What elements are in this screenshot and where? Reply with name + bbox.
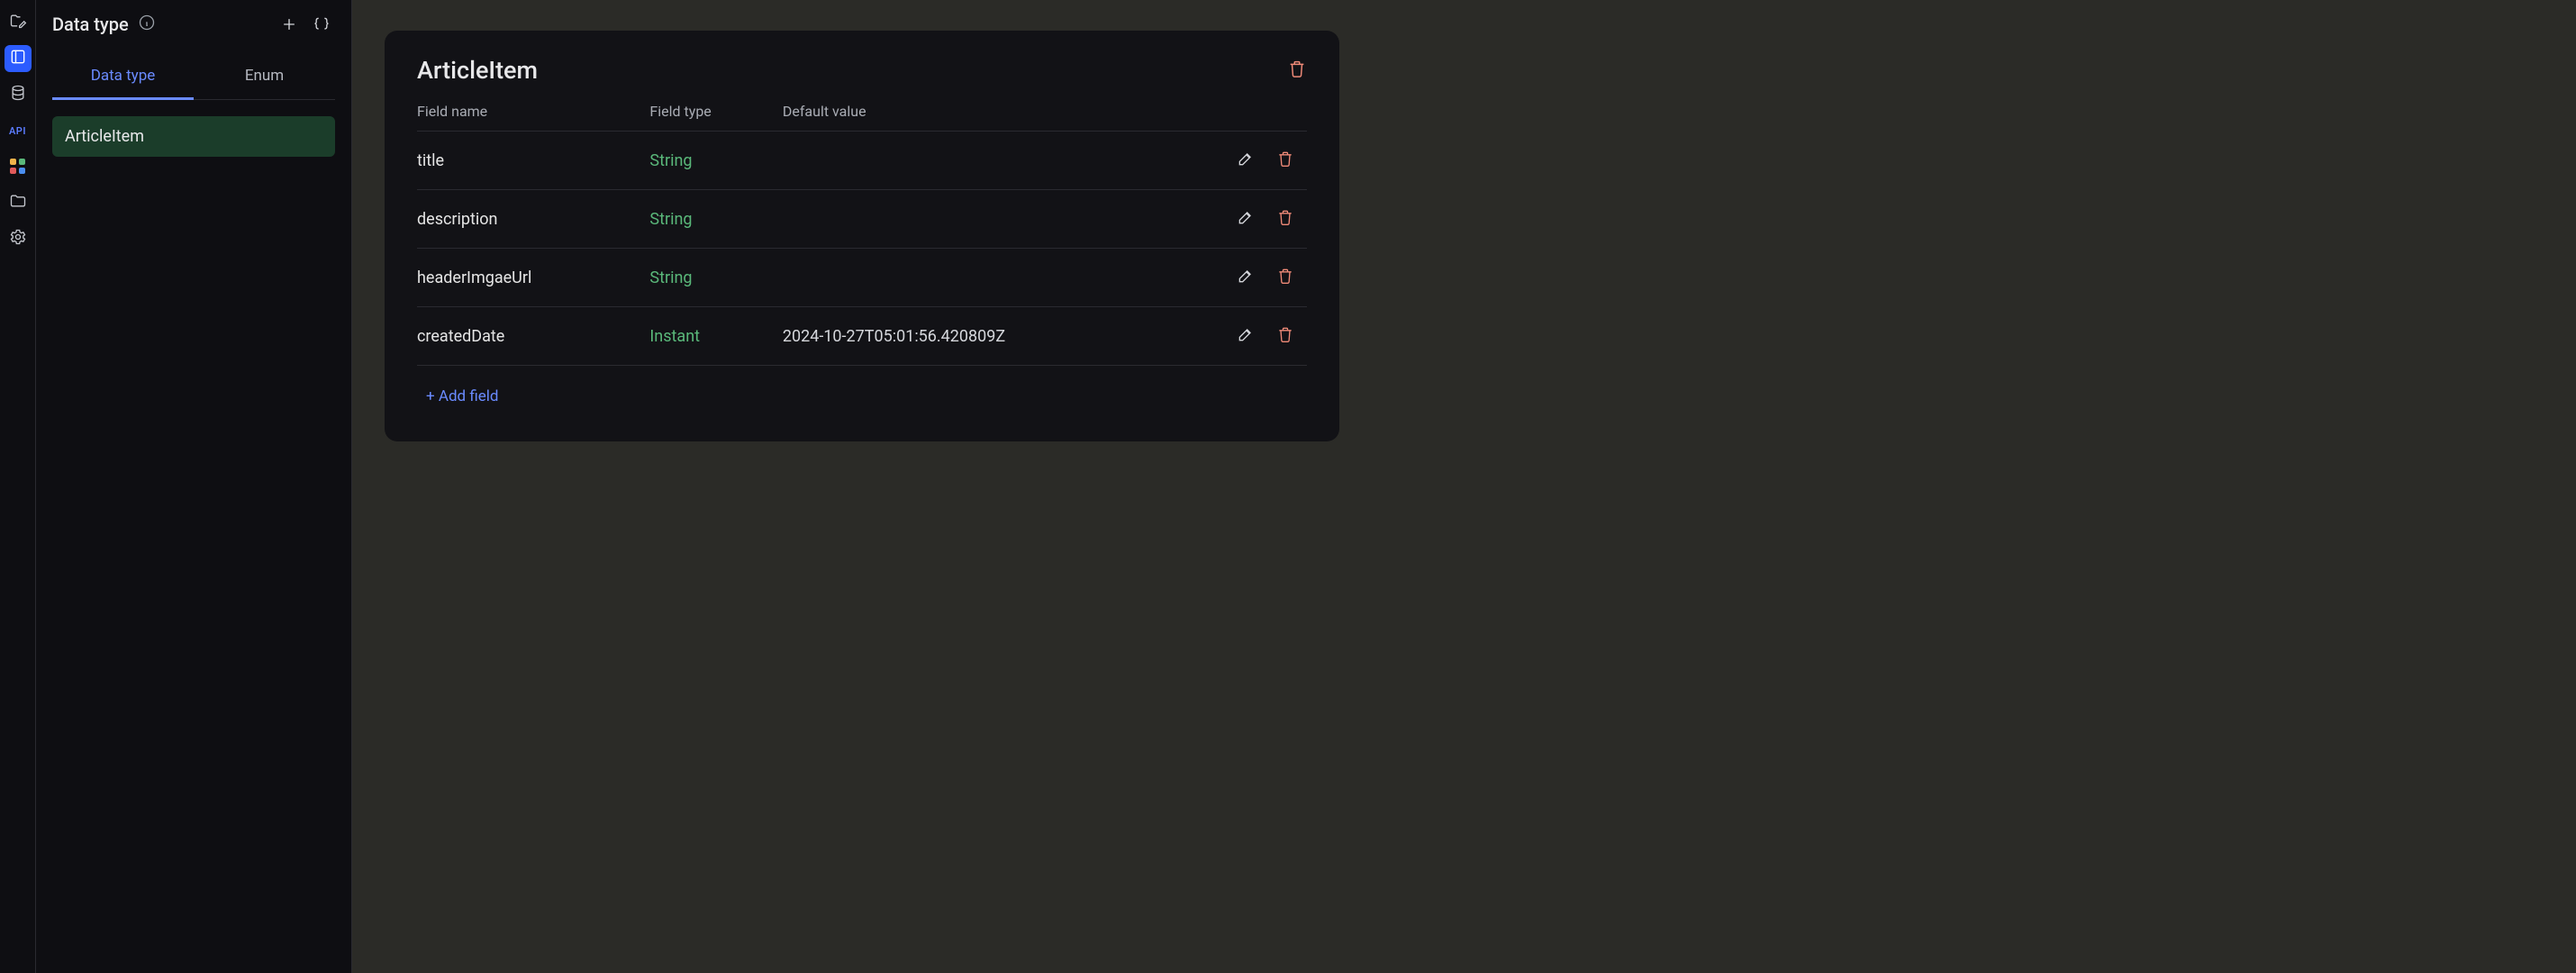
- type-item-articleitem[interactable]: ArticleItem: [52, 116, 335, 157]
- trash-icon: [1276, 267, 1294, 289]
- rail-item-apps[interactable]: [5, 153, 32, 180]
- trash-icon: [1276, 325, 1294, 348]
- sidebar-title: Data type: [52, 14, 129, 35]
- pencil-icon: [1237, 208, 1255, 231]
- add-type-button[interactable]: [277, 13, 301, 36]
- field-default: [783, 190, 1219, 249]
- trash-icon: [1276, 150, 1294, 172]
- field-row: titleString: [417, 132, 1307, 190]
- apps-grid-icon: [10, 159, 26, 175]
- api-label: API: [9, 125, 26, 137]
- edit-field-button[interactable]: [1233, 148, 1258, 173]
- gear-icon: [9, 228, 27, 250]
- icon-rail: API: [0, 0, 36, 973]
- fields-body: titleStringdescriptionStringheaderImgaeU…: [417, 132, 1307, 366]
- col-default-value: Default value: [783, 103, 1219, 132]
- delete-field-button[interactable]: [1273, 265, 1298, 290]
- edit-field-button[interactable]: [1233, 206, 1258, 232]
- field-row: createdDateInstant2024-10-27T05:01:56.42…: [417, 307, 1307, 366]
- sidebar-tabs: Data type Enum: [52, 54, 335, 100]
- field-name: title: [417, 132, 649, 190]
- field-type: String: [649, 190, 782, 249]
- type-detail-card: ArticleItem Field name Field type Defaul…: [385, 31, 1339, 441]
- layout-icon: [9, 48, 27, 70]
- add-field-button[interactable]: + Add field: [417, 387, 499, 405]
- rail-item-edit[interactable]: [5, 9, 32, 36]
- type-list: ArticleItem: [36, 100, 351, 173]
- field-row: headerImgaeUrlString: [417, 249, 1307, 307]
- pencil-icon: [1237, 150, 1255, 172]
- main-area: ArticleItem Field name Field type Defaul…: [352, 0, 2576, 973]
- sidebar-header: Data type: [36, 0, 351, 45]
- delete-field-button[interactable]: [1273, 323, 1298, 349]
- field-row: descriptionString: [417, 190, 1307, 249]
- database-icon: [9, 84, 27, 106]
- rail-item-layout[interactable]: [5, 45, 32, 72]
- field-name: createdDate: [417, 307, 649, 366]
- rail-item-settings[interactable]: [5, 225, 32, 252]
- edit-field-button[interactable]: [1233, 323, 1258, 349]
- card-header: ArticleItem: [417, 56, 1307, 85]
- rail-item-files[interactable]: [5, 189, 32, 216]
- field-default: [783, 132, 1219, 190]
- folder-icon: [9, 192, 27, 214]
- delete-type-button[interactable]: [1287, 59, 1307, 83]
- edit-field-button[interactable]: [1233, 265, 1258, 290]
- trash-icon: [1276, 208, 1294, 231]
- rail-item-database[interactable]: [5, 81, 32, 108]
- rail-item-api[interactable]: API: [5, 117, 32, 144]
- col-field-type: Field type: [649, 103, 782, 132]
- field-default: 2024-10-27T05:01:56.420809Z: [783, 307, 1219, 366]
- field-name: headerImgaeUrl: [417, 249, 649, 307]
- delete-field-button[interactable]: [1273, 148, 1298, 173]
- code-braces-button[interactable]: [310, 13, 333, 36]
- fields-table: Field name Field type Default value titl…: [417, 103, 1307, 366]
- delete-field-button[interactable]: [1273, 206, 1298, 232]
- type-title: ArticleItem: [417, 56, 538, 85]
- sidebar: Data type Data type Enum ArticleItem: [36, 0, 352, 973]
- field-name: description: [417, 190, 649, 249]
- tab-data-type[interactable]: Data type: [52, 54, 194, 100]
- field-type: String: [649, 249, 782, 307]
- col-field-name: Field name: [417, 103, 649, 132]
- folder-edit-icon: [9, 12, 27, 34]
- field-type: Instant: [649, 307, 782, 366]
- pencil-icon: [1237, 267, 1255, 289]
- field-default: [783, 249, 1219, 307]
- info-icon[interactable]: [138, 14, 156, 36]
- pencil-icon: [1237, 325, 1255, 348]
- field-type: String: [649, 132, 782, 190]
- tab-enum[interactable]: Enum: [194, 54, 335, 99]
